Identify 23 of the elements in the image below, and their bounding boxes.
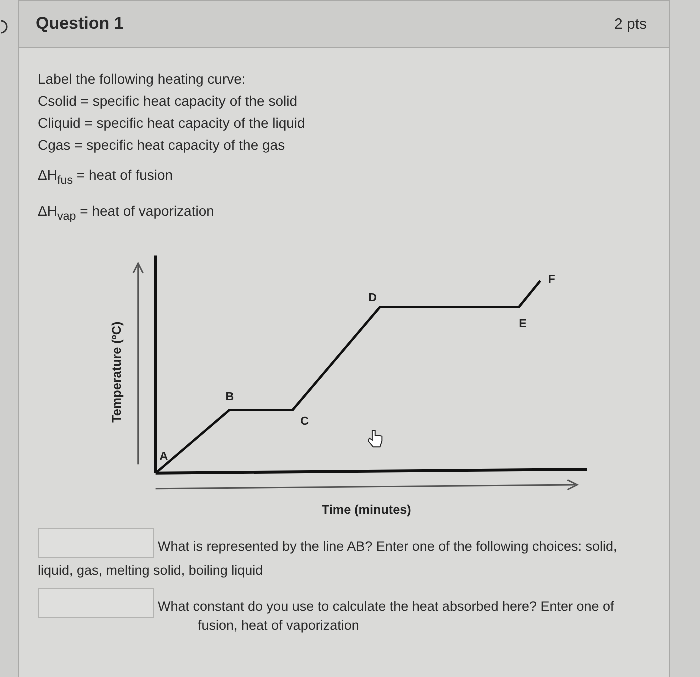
instruction-text: Cgas = specific heat capacity of the gas	[38, 136, 286, 155]
question-prompt: What is represented by the line AB? Enter one of the following choices: solid,	[158, 538, 618, 556]
definition-text: ΔH$_{fus}$ = heat of fusion	[38, 166, 174, 189]
point-label: A	[160, 449, 168, 462]
point-label: B	[226, 390, 234, 404]
y-axis-label: Temperature (ºC)	[110, 321, 124, 422]
question-title: Question 1	[36, 14, 124, 34]
answer-field[interactable]	[38, 588, 154, 618]
definition-text: ΔH$_{vap}$ = heat of vaporization	[38, 202, 216, 225]
answer-field[interactable]	[38, 528, 154, 558]
question-prompt: What constant do you use to calculate the heat absorbed here? Enter one of	[158, 598, 614, 616]
instruction-text: Cliquid = specific heat capacity of the liquid	[38, 114, 306, 133]
instruction-text: Label the following heating curve:	[38, 70, 247, 89]
hand-cursor-icon	[368, 430, 383, 448]
points-label: 2 pts	[614, 16, 647, 32]
choices-text: fusion, heat of vaporization	[198, 618, 360, 634]
point-label: E	[519, 317, 527, 330]
question-prompt: liquid, gas, melting solid, boiling liquid	[38, 562, 264, 580]
point-label: D	[368, 291, 377, 304]
instruction-text: Csolid = specific heat capacity of the solid	[38, 92, 299, 111]
x-axis-label: Time (minutes)	[322, 502, 412, 517]
point-label: F	[548, 272, 556, 286]
point-label: C	[300, 414, 309, 428]
